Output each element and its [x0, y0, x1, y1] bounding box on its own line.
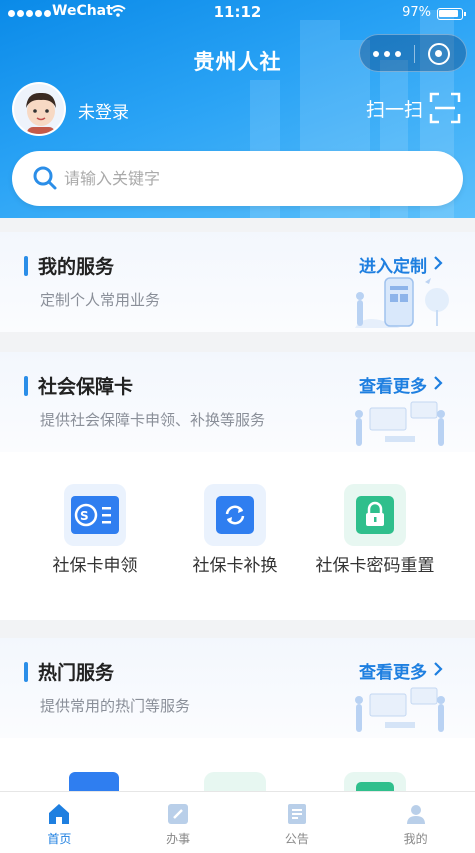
search-icon: [32, 165, 58, 195]
avatar[interactable]: [12, 82, 66, 136]
tab-label: 我的: [403, 832, 428, 846]
office-illustration-icon: [345, 676, 455, 740]
more-options-icon[interactable]: [360, 35, 414, 73]
section-subtitle: 定制个人常用业务: [40, 291, 161, 309]
search-bar[interactable]: [12, 151, 463, 206]
card-replace-item[interactable]: 社保卡补换: [165, 484, 305, 579]
my-service-section: 我的服务 定制个人常用业务 进入定制: [0, 232, 475, 332]
bottom-tab-bar: 首页 办事 公告 我的: [0, 791, 475, 853]
tab-label: 公告: [284, 832, 309, 846]
section-title: 社会保障卡: [38, 376, 134, 398]
search-input[interactable]: [64, 151, 444, 206]
edit-icon: [165, 801, 191, 827]
section-title: 我的服务: [38, 256, 115, 278]
card-apply-label: 社保卡申领: [52, 556, 138, 576]
phone-illustration-icon: [345, 270, 455, 334]
password-reset-item[interactable]: 社保卡密码重置: [305, 484, 445, 579]
card-replace-label: 社保卡补换: [192, 556, 278, 576]
notice-icon: [284, 801, 310, 827]
home-icon: [46, 801, 72, 827]
battery-percent: 97%: [402, 5, 431, 20]
miniprogram-capsule: [359, 34, 467, 72]
user-icon: [403, 801, 429, 827]
tab-home[interactable]: 首页: [0, 792, 119, 853]
tab-notices[interactable]: 公告: [238, 792, 357, 853]
social-card-section: 社会保障卡 提供社会保障卡申领、补换等服务 查看更多 S 社保卡申领 社保卡补换…: [0, 352, 475, 620]
close-miniprogram-icon[interactable]: [428, 43, 450, 65]
card-replace-icon: [216, 496, 254, 538]
tab-label: 首页: [47, 832, 72, 846]
tab-profile[interactable]: 我的: [356, 792, 475, 853]
password-reset-label: 社保卡密码重置: [315, 556, 435, 576]
scan-button[interactable]: 扫一扫: [366, 92, 461, 124]
battery-icon: [437, 8, 466, 20]
lock-icon: [356, 496, 394, 538]
card-apply-item[interactable]: S 社保卡申领: [25, 484, 165, 579]
login-status[interactable]: 未登录: [78, 98, 129, 123]
hot-service-section: 热门服务 提供常用的热门等服务 查看更多: [0, 638, 475, 802]
svg-text:S: S: [80, 509, 89, 523]
status-bar: WeChat 11:12 97%: [0, 0, 475, 26]
section-subtitle: 提供常用的热门等服务: [40, 697, 191, 715]
tab-label: 办事: [166, 832, 191, 846]
section-subtitle: 提供社会保障卡申领、补换等服务: [40, 411, 266, 429]
header-banner: WeChat 11:12 97% 贵州人社 未登录 扫一扫: [0, 0, 475, 218]
scan-label: 扫一扫: [365, 98, 423, 121]
section-title: 热门服务: [38, 662, 115, 684]
tab-services[interactable]: 办事: [119, 792, 238, 853]
card-apply-icon: S: [71, 496, 119, 538]
scan-icon: [429, 92, 461, 124]
office-illustration-icon: [345, 390, 455, 454]
